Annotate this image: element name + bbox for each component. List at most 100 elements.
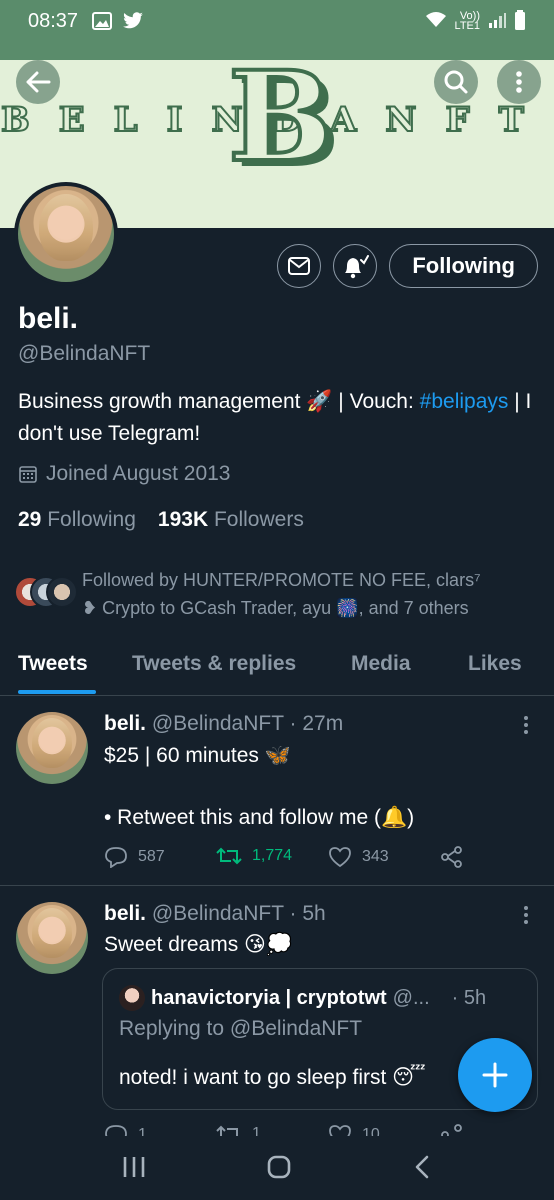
following-count: 29	[18, 508, 42, 531]
following-count-link[interactable]: 29 Following	[18, 508, 136, 532]
bio-text-1: Business growth management 🚀 | Vouch:	[18, 390, 420, 413]
retweet-icon	[216, 847, 242, 865]
tab-likes[interactable]: Likes	[468, 652, 522, 676]
tab-tweets-replies[interactable]: Tweets & replies	[132, 652, 296, 676]
tweet-header: beli. @BelindaNFT · 5h	[104, 902, 326, 926]
joined-date: Joined August 2013	[18, 462, 231, 486]
followers-count-link[interactable]: 193K Followers	[158, 508, 304, 532]
network-bottom-label: LTE1	[454, 20, 480, 32]
search-icon	[444, 70, 468, 94]
recent-apps-icon	[123, 1157, 145, 1177]
status-time: 08:37	[28, 9, 79, 32]
battery-icon	[514, 9, 526, 33]
tweet-header: beli. @BelindaNFT · 27m	[104, 712, 343, 736]
like-button[interactable]: 10	[328, 1124, 380, 1136]
reply-button[interactable]: 1	[104, 1124, 147, 1136]
back-button[interactable]	[16, 60, 60, 104]
tweet-avatar[interactable]	[16, 712, 88, 784]
calendar-icon	[19, 466, 37, 483]
tweet-meta: @BelindaNFT · 5h	[151, 902, 326, 925]
tab-tweets[interactable]: Tweets	[18, 652, 88, 676]
followed-by-avatars	[14, 576, 80, 612]
share-button[interactable]	[440, 846, 464, 868]
retweet-button[interactable]: 1,774	[216, 846, 292, 866]
followers-label: Followers	[213, 508, 304, 531]
following-label: Following	[47, 508, 136, 531]
profile-avatar[interactable]	[14, 182, 118, 286]
twitter-bird-icon	[122, 12, 144, 30]
reply-count: 1	[138, 1126, 147, 1136]
tweet-more-button[interactable]	[524, 716, 530, 737]
chevron-left-icon	[415, 1155, 429, 1179]
banner-monogram: B	[226, 45, 335, 190]
quoted-replying-to: Replying to @BelindaNFT	[119, 1017, 363, 1040]
followed-by-line-2: ❥ Crypto to GCash Trader, ayu 🎆, and 7 o…	[82, 598, 469, 618]
system-nav-bar	[0, 1136, 554, 1200]
reply-icon	[105, 847, 127, 868]
profile-name: beli.	[18, 302, 79, 335]
profile-handle: @BelindaNFT	[18, 342, 151, 365]
gallery-icon	[92, 12, 113, 30]
more-vertical-icon	[516, 71, 522, 93]
quoted-author-name: hanavictoryia | cryptotwt	[151, 986, 387, 1009]
joined-text: Joined August 2013	[46, 462, 231, 485]
like-count: 343	[362, 848, 389, 865]
following-button[interactable]: Following	[389, 244, 538, 288]
tweet-text-line-2: • Retweet this and follow me (🔔)	[104, 806, 415, 829]
share-icon	[441, 846, 462, 868]
signal-icon	[488, 12, 506, 31]
bio-hashtag-link[interactable]: #belipays	[420, 390, 509, 413]
quoted-tweet-header: hanavictoryia | cryptotwt @... · 5h	[119, 985, 486, 1011]
reply-icon	[105, 1125, 127, 1136]
share-icon	[441, 1124, 462, 1136]
tweet-text: Sweet dreams 😘💭	[104, 933, 293, 956]
tweet-author-name: beli.	[104, 902, 147, 925]
tweet-more-button[interactable]	[524, 906, 530, 927]
profile-bio: Business growth management 🚀 | Vouch: #b…	[18, 386, 538, 450]
followers-count: 193K	[157, 508, 209, 531]
retweet-button[interactable]: 1	[216, 1124, 261, 1136]
status-right: Vo)) LTE1	[425, 9, 526, 33]
like-button[interactable]: 343	[328, 846, 389, 868]
status-bar: 08:37 Vo)) LTE1	[0, 0, 554, 42]
message-button[interactable]	[277, 244, 322, 288]
recent-apps-button[interactable]	[122, 1154, 146, 1185]
reply-button[interactable]: 587	[104, 846, 165, 868]
search-button[interactable]	[434, 60, 478, 104]
more-options-button[interactable]	[497, 60, 541, 104]
heart-icon	[329, 847, 351, 868]
home-button[interactable]	[266, 1154, 292, 1185]
home-icon	[267, 1155, 291, 1179]
like-count: 10	[362, 1126, 380, 1136]
followed-by-text: Followed by HUNTER/PROMOTE NO FEE, clars…	[80, 566, 481, 622]
back-arrow-icon	[26, 71, 51, 93]
followed-by-line-1: Followed by HUNTER/PROMOTE NO FEE, clars…	[82, 570, 481, 590]
bell-check-icon	[345, 255, 370, 279]
notifications-button[interactable]	[333, 244, 378, 288]
tweet-text-line-1: $25 | 60 minutes 🦋	[104, 744, 291, 767]
tweet-avatar[interactable]	[16, 902, 88, 974]
tweet[interactable]: beli. @BelindaNFT · 27m $25 | 60 minutes…	[0, 696, 554, 886]
profile-tabs: Tweets Tweets & replies Media Likes	[0, 640, 554, 696]
system-back-button[interactable]	[412, 1154, 432, 1185]
tweet-actions: 1 1 10	[104, 1124, 484, 1136]
follow-counts: 29 Following 193K Followers	[18, 508, 304, 532]
quoted-time: · 5h	[451, 986, 487, 1009]
avatar-image	[18, 186, 114, 282]
retweet-count: 1	[252, 1125, 261, 1136]
active-tab-indicator	[18, 690, 96, 694]
quoted-avatar	[119, 985, 145, 1011]
plus-icon	[482, 1062, 508, 1088]
compose-tweet-button[interactable]	[458, 1038, 532, 1112]
tweet-meta: @BelindaNFT · 27m	[151, 712, 344, 735]
retweet-count: 1,774	[252, 847, 293, 864]
profile-actions: Following	[277, 244, 538, 288]
wifi-icon	[425, 11, 447, 32]
envelope-icon	[288, 257, 311, 275]
quoted-text: noted! i want to go sleep first 😴	[119, 1066, 426, 1089]
heart-icon	[329, 1125, 351, 1136]
retweet-icon	[216, 1125, 238, 1136]
tab-media[interactable]: Media	[351, 652, 411, 676]
followed-by[interactable]: Followed by HUNTER/PROMOTE NO FEE, clars…	[14, 566, 544, 622]
share-button[interactable]	[440, 1124, 464, 1136]
